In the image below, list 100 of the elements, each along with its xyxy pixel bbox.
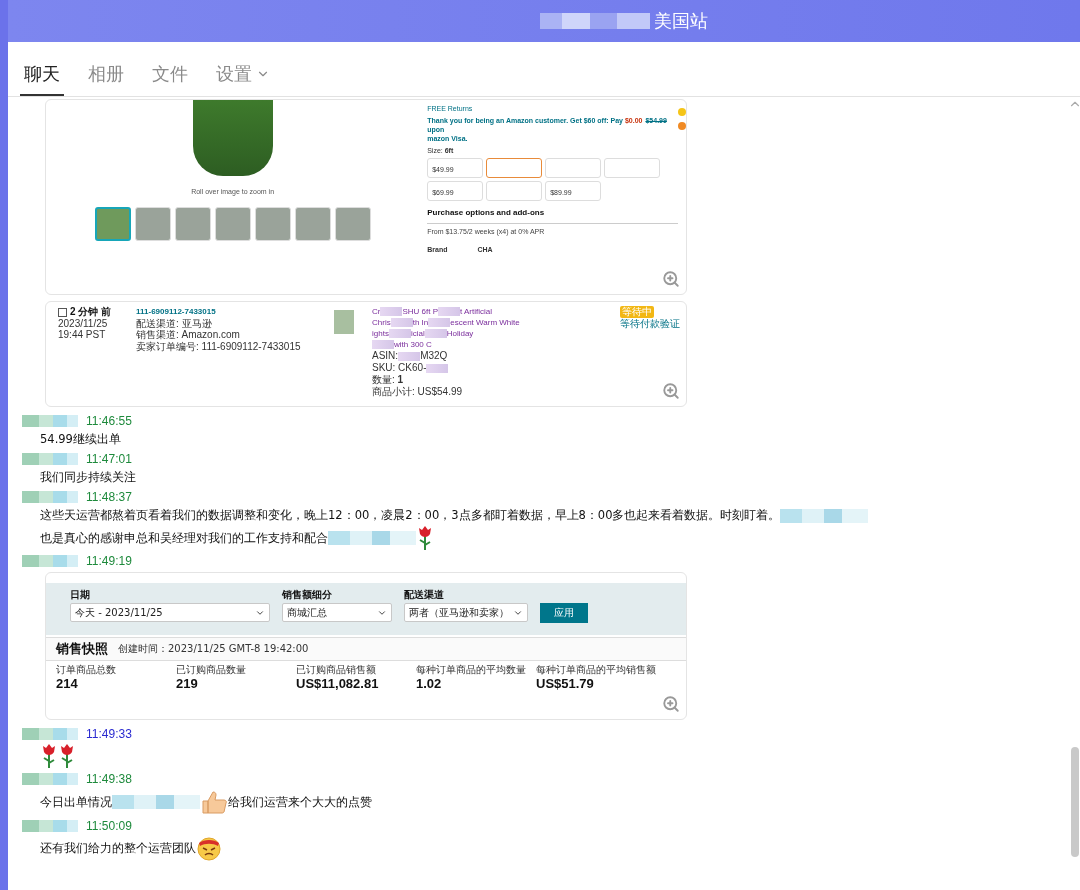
tab[interactable]: 设置 (212, 62, 274, 96)
metric-value: 1.02 (416, 676, 443, 692)
metric-label: 已订购商品数量 (176, 664, 247, 676)
metric-label: 已订购商品销售额 (296, 664, 377, 676)
product-text: ASIN: (372, 350, 399, 361)
blurred-patch (424, 329, 447, 339)
blurred-patch (398, 351, 421, 361)
message-time: 11:49:33 (86, 726, 132, 741)
blurred-sender-name (22, 490, 78, 503)
zoom-in-icon[interactable] (662, 382, 680, 400)
blurred-patch (426, 363, 449, 373)
tab-label: 文件 (152, 62, 188, 86)
product-text: M32Q (420, 350, 448, 361)
zoom-in-icon[interactable] (662, 270, 680, 288)
tab[interactable]: 相册 (84, 62, 128, 96)
filter-dropdown[interactable]: 两者（亚马逊和卖家） (404, 603, 528, 622)
thumbnail-placeholder (254, 207, 291, 241)
product-text: th In (412, 318, 429, 327)
zoom-in-icon[interactable] (662, 695, 680, 713)
product-text: Holiday (446, 329, 474, 338)
metric-value: 219 (176, 676, 199, 692)
filter-label: 日期 (70, 589, 91, 601)
order-id-link[interactable]: 111-6909112-7433015 (136, 306, 326, 318)
order-time: 19:44 PST (58, 329, 107, 341)
order-date: 2023/11/25 (58, 317, 109, 329)
product-page-screenshot[interactable] (45, 99, 687, 295)
product-text: icial (410, 329, 425, 338)
product-text: 数量: 1 (372, 374, 404, 385)
window-title: 美国站 (654, 9, 708, 33)
message-time: 11:46:55 (86, 413, 132, 428)
product-text: with 300 C (394, 340, 432, 349)
blurred-sender-name (22, 414, 78, 427)
blurred-sender-name (22, 772, 78, 785)
message-text: 也是真心的感谢申总和吴经理对我们的工 (40, 529, 256, 547)
order-detail: 销售渠道: Amazon.com (136, 329, 241, 341)
thumbnail-placeholder (294, 207, 331, 241)
blurred-patch (372, 340, 394, 350)
message-time: 11:49:38 (86, 771, 132, 786)
message-text: 还有我们给力的整个运营团队 (40, 839, 196, 857)
thumbs-up-icon (200, 788, 228, 816)
blurred-patch (380, 307, 403, 317)
product-text: ights (372, 329, 389, 338)
message-text: 作支持和配合 (256, 529, 328, 547)
message-text: 今日出单情况 (40, 793, 112, 811)
tab-label: 设置 (216, 62, 252, 86)
blurred-sender-name (22, 819, 78, 832)
thumbnail-placeholder (134, 207, 171, 241)
metric-label: 每种订单商品的平均数量 (416, 664, 527, 676)
size-option[interactable] (486, 158, 543, 178)
order-detail: 配送渠道: 亚马逊 (136, 317, 213, 329)
product-text: SHU 6ft P (402, 307, 439, 316)
section-heading: Purchase options and add-ons (427, 208, 678, 224)
thumbnail-placeholder (94, 207, 131, 241)
message-time: 11:48:37 (86, 489, 132, 504)
filter-label: 销售额细分 (282, 589, 333, 601)
tab[interactable]: 文件 (148, 62, 192, 96)
metric-value: US$51.79 (536, 676, 595, 692)
tab-label: 聊天 (24, 62, 60, 86)
snapshot-title: 销售快照 (56, 640, 108, 658)
status-badge: 等待中 (620, 306, 654, 318)
product-text: 商品小计: US$54.99 (372, 386, 463, 397)
apply-button[interactable]: 应用 (540, 603, 588, 623)
blurred-patch (428, 318, 451, 328)
product-text: Cr (372, 307, 381, 316)
filter-dropdown[interactable]: 商城汇总 (282, 603, 392, 622)
metric-value: US$11,082.81 (296, 676, 380, 692)
button-dot-icon (678, 122, 686, 130)
message-text: 我们同步持续关注 (40, 469, 136, 486)
button-dot-icon (678, 108, 686, 116)
blurred-sender-name (22, 554, 78, 567)
tab-label: 相册 (88, 62, 124, 86)
message-text: 54.99继续出单 (40, 431, 121, 448)
metric-value: 214 (56, 676, 79, 692)
blurred-patch (438, 307, 461, 317)
blurred-patch (388, 329, 411, 339)
metric-label: 每种订单商品的平均销售额 (536, 664, 656, 676)
angry-face-icon (196, 835, 222, 861)
product-text: Chris (372, 318, 391, 327)
message-time: 11:50:09 (86, 818, 132, 833)
thumbnail-placeholder (174, 207, 211, 241)
scrollbar-thumb[interactable] (1071, 747, 1079, 857)
order-screenshot[interactable] (45, 301, 687, 407)
product-text: t Artificial (460, 307, 493, 316)
message-time: 11:49:19 (86, 553, 132, 568)
rose-icon (58, 743, 76, 769)
rose-icon (40, 743, 58, 769)
message-time: 11:47:01 (86, 451, 132, 466)
sales-report-screenshot[interactable]: 日期 今天 - 2023/11/25 销售额细分 商城汇总 配送渠道 两者（亚马逊和卖家） 应用 销售快照 创建时间：2023/11/25 GMT-8 19:42:00 订单商品总数 214 已订购商品数量 219 已订购商品销售额 US$11,082.81 每种订单商品的平均数量 1.02 每种订单商品的平均销售额 US$51.79 (45, 572, 687, 720)
status-link[interactable]: 等待付款验证 (620, 317, 686, 329)
order-age: 2 分钟 前 (58, 306, 128, 318)
thumbnail-placeholder (214, 207, 251, 241)
order-detail: 卖家订单编号: 111-6909112-7433015 (136, 340, 302, 352)
tab[interactable]: 聊天 (20, 62, 64, 96)
blurred-sender-name (22, 727, 78, 740)
rose-icon (416, 525, 434, 551)
photo-placeholder (334, 310, 354, 334)
thumbnail-placeholder (334, 207, 371, 241)
product-text: escent Warm White (450, 318, 520, 327)
filter-dropdown[interactable]: 今天 - 2023/11/25 (70, 603, 270, 622)
product-text: SKU: CK60- (372, 362, 427, 373)
